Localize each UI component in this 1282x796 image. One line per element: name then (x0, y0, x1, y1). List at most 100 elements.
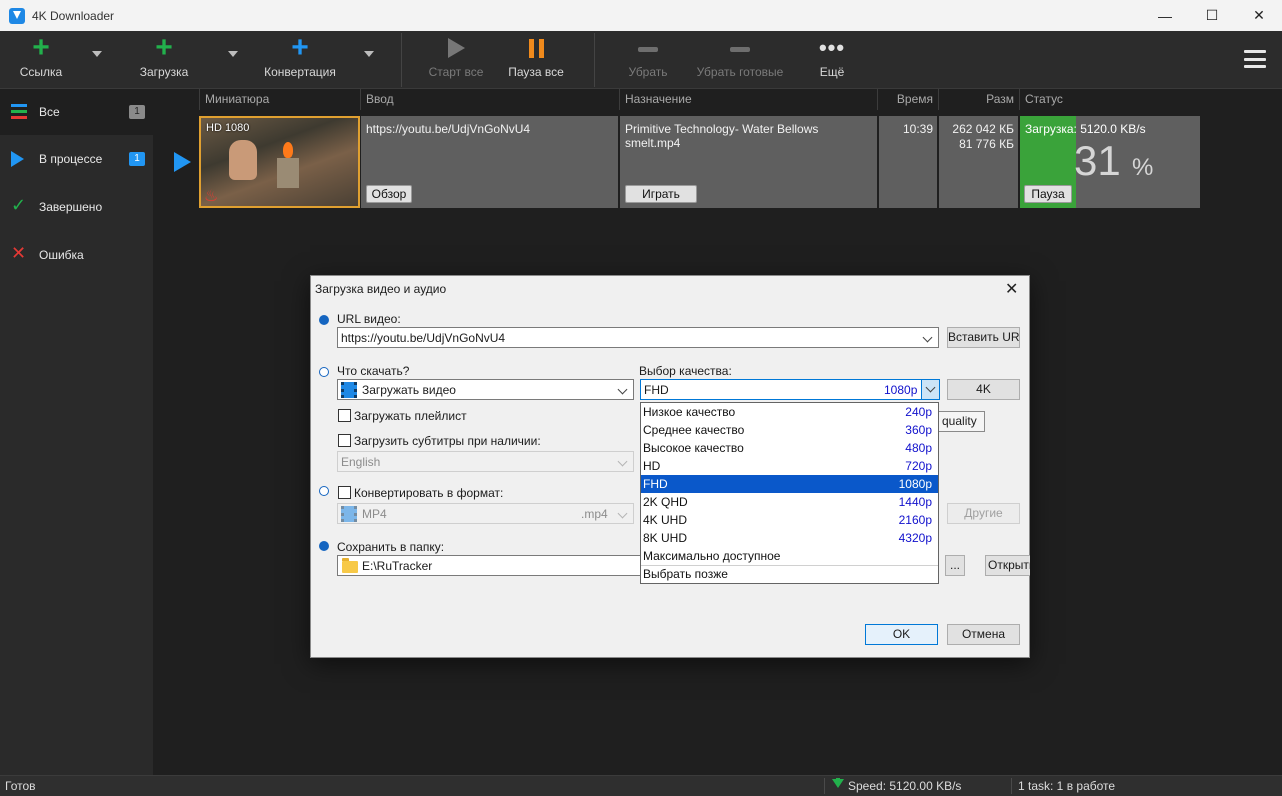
others-button[interactable]: Другие (947, 503, 1020, 524)
start-all-button[interactable]: Старт все (426, 31, 486, 89)
dialog-close-button[interactable]: ✕ (1005, 279, 1018, 299)
format-select[interactable]: MP4 .mp4 (337, 503, 634, 524)
subtitles-language-select[interactable]: English (337, 451, 634, 472)
column-header-time[interactable]: Время (877, 89, 938, 110)
subtitles-language-value: English (341, 455, 381, 469)
column-header-destination[interactable]: Назначение (619, 89, 877, 110)
quality-option[interactable]: 8K UHD 4320p (641, 529, 938, 547)
url-radio[interactable] (319, 315, 329, 325)
sidebar-item-in-progress[interactable]: В процессе 1 (0, 136, 153, 182)
cancel-button[interactable]: Отмена (947, 624, 1020, 645)
browse-folder-button[interactable]: ... (945, 555, 965, 576)
quality-option[interactable]: Максимально доступное (641, 547, 938, 565)
sidebar-item-label: Завершено (39, 200, 103, 214)
ok-button[interactable]: OK (865, 624, 938, 645)
column-header-size[interactable]: Разм (938, 89, 1019, 110)
quality-option-selected[interactable]: FHD 1080p (641, 475, 938, 493)
what-value: Загружать видео (362, 383, 456, 397)
download-arrow-stem (836, 778, 840, 784)
convert-radio[interactable] (319, 486, 329, 496)
quality-option[interactable]: 4K UHD 2160p (641, 511, 938, 529)
quality-dropdown-list: Низкое качество 240p Среднее качество 360p… (640, 402, 939, 584)
column-header-thumbnail[interactable]: Миниатюра (199, 89, 360, 110)
more-label: Ещё (819, 65, 845, 79)
play-icon (11, 151, 27, 167)
quality-option[interactable]: HD 720p (641, 457, 938, 475)
toolbar-separator (594, 33, 595, 87)
dialog-title: Загрузка видео и аудио (315, 282, 447, 296)
add-link-dropdown-icon[interactable] (92, 51, 102, 57)
convert-button[interactable]: + Конвертация (262, 31, 338, 89)
chevron-down-icon[interactable] (922, 332, 933, 343)
quality-option[interactable]: Среднее качество 360p (641, 421, 938, 439)
window-title: 4K Downloader (32, 8, 115, 23)
folder-icon (342, 558, 358, 573)
quality-option[interactable]: 2K QHD 1440p (641, 493, 938, 511)
more-button[interactable]: ••• Ещё (814, 31, 850, 89)
maximize-button[interactable]: ☐ (1189, 0, 1235, 31)
duration: 10:39 (902, 122, 933, 136)
table-row[interactable]: HD 1080 ♨ https://youtu.be/UdjVnGoNvU4 О… (199, 116, 1200, 208)
count-badge: 1 (129, 105, 145, 119)
browse-button[interactable]: Обзор (366, 185, 412, 203)
size-done: 81 776 КБ (959, 137, 1014, 151)
pause-button[interactable]: Пауза (1024, 185, 1072, 203)
close-window-button[interactable]: ✕ (1236, 0, 1282, 31)
list-icon (11, 104, 27, 120)
url-input[interactable]: https://youtu.be/UdjVnGoNvU4 (337, 327, 939, 348)
status-cell: Загрузка: 5120.0 KB/s 31 % Пауза (1020, 116, 1200, 208)
convert-dropdown-icon[interactable] (364, 51, 374, 57)
chevron-down-icon[interactable] (617, 384, 628, 395)
playlist-checkbox[interactable] (338, 409, 351, 422)
column-header-input[interactable]: Ввод (360, 89, 619, 110)
save-path-value: E:\RuTracker (362, 559, 433, 573)
subtitles-label: Загрузить субтитры при наличии: (354, 434, 541, 448)
save-radio[interactable] (319, 541, 329, 551)
start-all-label: Старт все (428, 65, 484, 79)
plus-icon: + (155, 31, 173, 64)
thumbnail-fire (283, 142, 293, 158)
what-label: Что скачать? (337, 364, 410, 378)
what-select[interactable]: Загружать видео (337, 379, 634, 400)
column-header-status[interactable]: Статус (1019, 89, 1200, 110)
thumbnail-furnace (277, 158, 299, 188)
format-value: MP4 (362, 507, 387, 521)
download-button[interactable]: + Загрузка (135, 31, 193, 89)
minimize-button[interactable]: — (1142, 0, 1188, 31)
input-url: https://youtu.be/UdjVnGoNvU4 (366, 122, 531, 136)
download-dropdown-icon[interactable] (228, 51, 238, 57)
quality-value: FHD (644, 383, 669, 397)
subtitles-checkbox[interactable] (338, 434, 351, 447)
quality-badge: HD 1080 (206, 122, 250, 134)
sidebar-item-completed[interactable]: ✓ Завершено (0, 184, 153, 230)
quality-option[interactable]: Низкое качество 240p (641, 403, 938, 421)
pause-all-button[interactable]: Пауза все (506, 31, 566, 89)
open-folder-button[interactable]: Открыть (985, 555, 1030, 576)
count-badge: 1 (129, 152, 145, 166)
quality-select[interactable]: FHD 1080p (640, 379, 940, 400)
play-icon (447, 31, 465, 65)
quality-option[interactable]: Выбрать позже (641, 565, 938, 583)
what-radio[interactable] (319, 367, 329, 377)
flame-logo-icon: ♨ (204, 188, 219, 205)
sidebar-item-error[interactable]: ✕ Ошибка (0, 232, 153, 278)
play-button[interactable]: Играть (625, 185, 697, 203)
sidebar-item-all[interactable]: Все 1 (0, 89, 153, 135)
pause-all-label: Пауза все (508, 65, 564, 79)
remove-done-button[interactable]: Убрать готовые (694, 31, 786, 89)
menu-icon[interactable] (1244, 50, 1266, 68)
more-dots-icon: ••• (818, 35, 846, 60)
paste-url-button[interactable]: Вставить URL (947, 327, 1020, 348)
add-link-button[interactable]: + Ссылка (15, 31, 67, 89)
4k-button[interactable]: 4K (947, 379, 1020, 400)
status-text: Загрузка: 5120.0 KB/s (1025, 122, 1146, 136)
sidebar-item-label: Все (39, 105, 60, 119)
quality-dropdown-toggle[interactable] (921, 380, 939, 399)
quality-option[interactable]: Высокое качество 480p (641, 439, 938, 457)
size-cell: 262 042 КБ 81 776 КБ (939, 116, 1018, 208)
tasks-text: 1 task: 1 в работе (1018, 779, 1116, 793)
sidebar: Все 1 В процессе 1 ✓ Завершено ✕ Ошибка (0, 89, 153, 775)
convert-checkbox[interactable] (338, 486, 351, 499)
remove-button[interactable]: Убрать (624, 31, 672, 89)
title-bar: 4K Downloader — ☐ ✕ (0, 0, 1282, 31)
